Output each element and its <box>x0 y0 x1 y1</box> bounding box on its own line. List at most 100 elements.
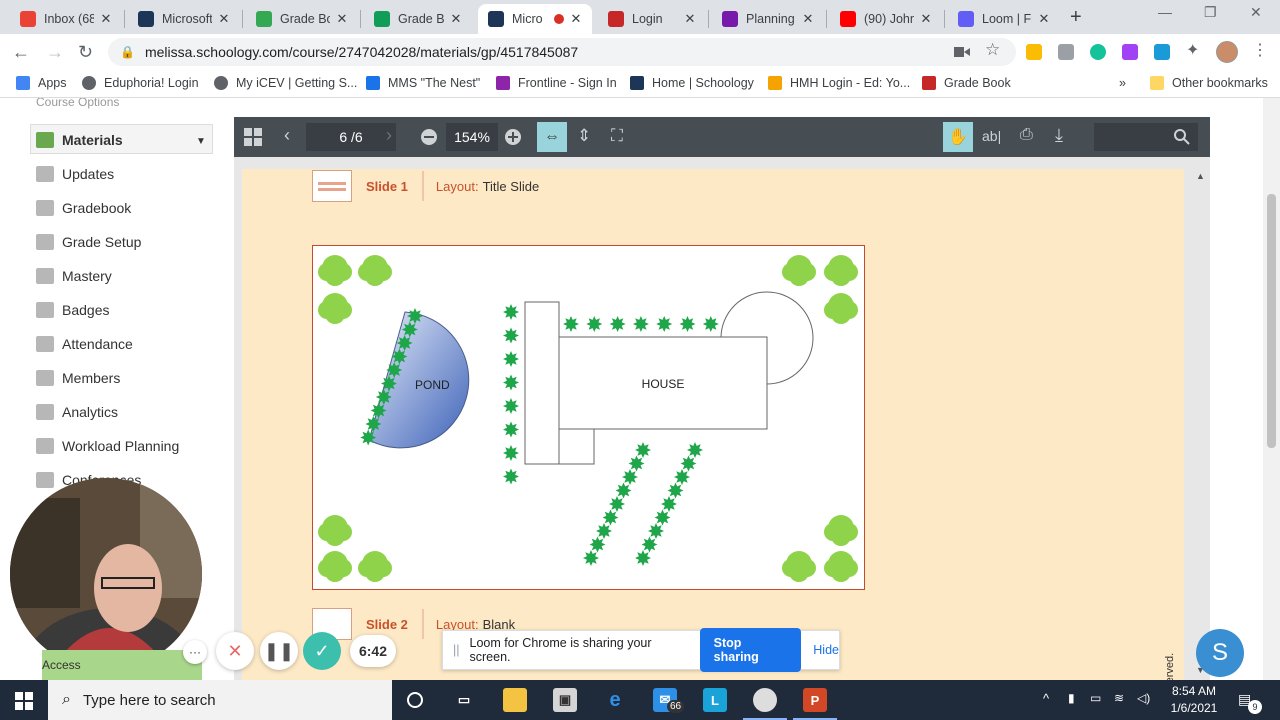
zoom-in-icon[interactable] <box>504 128 522 146</box>
address-bar[interactable]: 🔒 melissa.schoology.com/course/274704202… <box>108 38 1016 66</box>
sidebar-item-workload-planning[interactable]: Workload Planning <box>36 434 179 458</box>
grammarly-icon[interactable] <box>1090 44 1106 60</box>
bookmark-6[interactable]: HMH Login - Ed: Yo... <box>768 76 910 90</box>
forward-arrow-icon[interactable]: → <box>46 42 64 63</box>
close-window-button[interactable]: ✕ <box>1250 4 1262 21</box>
stop-sharing-button[interactable]: Stop sharing <box>699 628 802 672</box>
sidebar-item-course-options[interactable]: Course Options <box>36 98 119 114</box>
task-view-icon[interactable]: ▭ <box>452 688 476 712</box>
download-icon[interactable]: ⤓ <box>1055 125 1063 146</box>
file-explorer-icon[interactable] <box>503 688 527 712</box>
taskbar-search-input[interactable]: ⌕ Type here to search <box>48 680 392 720</box>
other-bookmarks[interactable]: Other bookmarks <box>1150 76 1268 90</box>
wifi-icon[interactable]: ≋ <box>1114 691 1124 705</box>
windows-start-icon[interactable] <box>15 692 33 710</box>
sidebar-item-gradebook[interactable]: Gradebook <box>36 196 131 220</box>
more-options-button[interactable]: ··· <box>183 640 207 664</box>
drag-handle-icon[interactable]: || <box>453 643 460 657</box>
close-tab-icon[interactable]: ✕ <box>448 11 464 27</box>
minimize-button[interactable]: — <box>1158 4 1172 20</box>
fit-height-icon[interactable]: ⇕ <box>577 126 591 146</box>
google-drive-ext-icon[interactable] <box>1026 44 1042 60</box>
prev-page-icon[interactable]: ‹ <box>284 125 290 146</box>
page-scrollbar[interactable] <box>1263 98 1280 680</box>
print-icon[interactable]: ⎙ <box>1020 126 1033 144</box>
slide-1-thumbnail[interactable] <box>312 170 352 202</box>
sidebar-item-badges[interactable]: Badges <box>36 298 109 322</box>
extension-gray-icon[interactable] <box>1058 44 1074 60</box>
webcam-bubble[interactable] <box>10 478 202 670</box>
close-tab-icon[interactable]: ✕ <box>682 11 698 27</box>
text-select-icon[interactable]: ab| <box>982 128 1001 144</box>
bookmark-3[interactable]: MMS "The Nest" <box>366 76 480 90</box>
puzzle-extensions-icon[interactable]: ✦ <box>1186 40 1199 60</box>
close-tab-icon[interactable]: ✕ <box>216 11 232 27</box>
scroll-up-icon[interactable]: ▲ <box>1196 171 1205 181</box>
zoom-out-icon[interactable] <box>420 128 438 146</box>
cancel-recording-button[interactable]: ✕ <box>216 632 254 670</box>
reload-icon[interactable]: ↻ <box>78 42 93 63</box>
next-page-icon[interactable]: › <box>386 125 392 146</box>
battery-icon[interactable]: ▭ <box>1090 691 1101 705</box>
lync-icon[interactable]: L <box>703 688 727 712</box>
bookmark-2[interactable]: My iCEV | Getting S... <box>214 76 357 90</box>
volume-icon[interactable]: ◁) <box>1137 691 1150 705</box>
sidebar-item-analytics[interactable]: Analytics <box>36 400 118 424</box>
close-tab-icon[interactable]: ✕ <box>800 11 816 27</box>
sidebar-item-grade-setup[interactable]: Grade Setup <box>36 230 141 254</box>
close-tab-icon[interactable]: ✕ <box>98 11 114 27</box>
camera-icon[interactable] <box>954 45 970 59</box>
bookmark-1[interactable]: Eduphoria! Login <box>82 76 199 90</box>
tab-5[interactable]: Login ✕ <box>598 4 706 34</box>
cortana-icon[interactable] <box>406 691 424 709</box>
bookmark-4[interactable]: Frontline - Sign In <box>496 76 617 90</box>
bookmark-0[interactable]: Apps <box>16 76 67 90</box>
extension-blue-icon[interactable] <box>1154 44 1170 60</box>
powerpoint-icon[interactable]: P <box>803 688 827 712</box>
hand-tool-icon[interactable]: ✋ <box>943 122 973 152</box>
tab-1[interactable]: Microsoft ✕ <box>128 4 240 34</box>
sidebar-item-updates[interactable]: Updates <box>36 162 114 186</box>
bookmark-5[interactable]: Home | Schoology <box>630 76 754 90</box>
new-tab-button[interactable]: + <box>1070 6 1088 29</box>
page-number-box[interactable]: 6 /6 <box>306 123 396 151</box>
edge-icon[interactable]: e <box>603 688 627 712</box>
caret-down-icon[interactable]: ▼ <box>196 136 206 147</box>
sidebar-item-materials[interactable]: Materials <box>36 128 123 152</box>
bookmarks-overflow-button[interactable]: » <box>1119 76 1126 90</box>
tab-0[interactable]: Inbox (68 ✕ <box>10 4 122 34</box>
restore-button[interactable]: ❐ <box>1204 4 1217 21</box>
tab-7[interactable]: (90) John ✕ <box>830 4 942 34</box>
microphone-icon[interactable]: ▮ <box>1068 691 1075 705</box>
tab-3[interactable]: Grade Bo ✕ <box>364 4 472 34</box>
tab-2[interactable]: Grade Bo ✕ <box>246 4 358 34</box>
fullscreen-icon[interactable]: ⛶ <box>611 126 623 146</box>
pause-recording-button[interactable]: ❚❚ <box>260 632 298 670</box>
sidebar-item-members[interactable]: Members <box>36 366 120 390</box>
back-arrow-icon[interactable]: ← <box>12 42 30 63</box>
sidebar-item-mastery[interactable]: Mastery <box>36 264 112 288</box>
finish-recording-button[interactable]: ✓ <box>303 632 341 670</box>
scrollbar-thumb[interactable] <box>1267 194 1276 448</box>
bookmark-7[interactable]: Grade Book <box>922 76 1011 90</box>
tab-6[interactable]: Planning ✕ <box>712 4 824 34</box>
close-tab-icon[interactable]: ✕ <box>1036 11 1052 27</box>
extension-purple-icon[interactable] <box>1122 44 1138 60</box>
close-tab-icon[interactable]: ✕ <box>918 11 934 27</box>
tab-4[interactable]: Micro ✕ <box>478 4 592 34</box>
grid-view-icon[interactable] <box>244 128 262 146</box>
tab-8[interactable]: Loom | Fr ✕ <box>948 4 1060 34</box>
clock[interactable]: 8:54 AM 1/6/2021 <box>1168 684 1220 715</box>
hide-button[interactable]: Hide <box>813 643 839 657</box>
profile-avatar[interactable] <box>1216 41 1238 63</box>
close-tab-icon[interactable]: ✕ <box>568 11 584 27</box>
bookmark-star-icon[interactable]: ☆ <box>985 40 1000 60</box>
chrome-icon[interactable] <box>753 688 777 712</box>
tray-overflow-icon[interactable]: ^ <box>1043 691 1049 706</box>
fit-width-icon[interactable]: ⇔ <box>537 122 567 152</box>
sidebar-item-attendance[interactable]: Attendance <box>36 332 133 356</box>
close-tab-icon[interactable]: ✕ <box>334 11 350 27</box>
zoom-level[interactable]: 154% <box>446 123 498 151</box>
store-icon[interactable]: ▣ <box>553 688 577 712</box>
search-icon[interactable] <box>1174 129 1190 145</box>
